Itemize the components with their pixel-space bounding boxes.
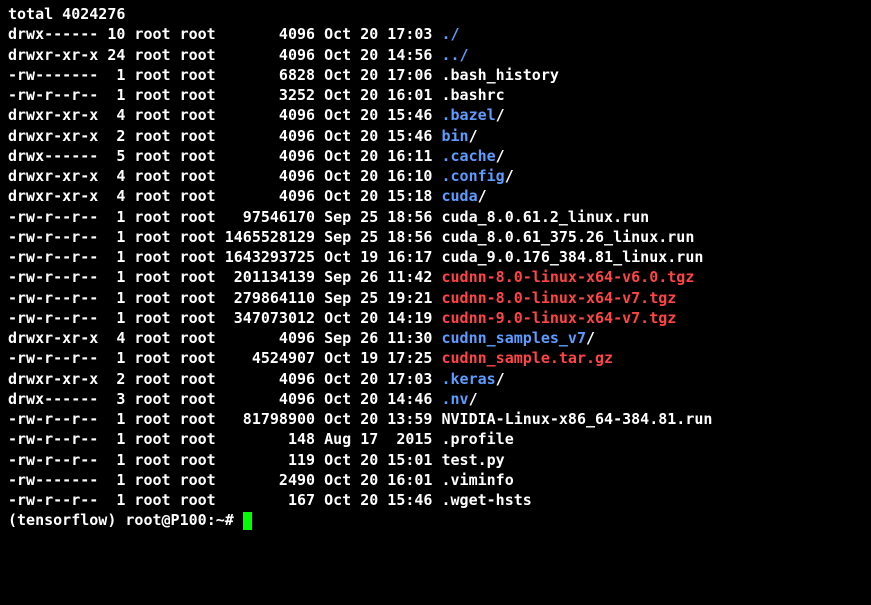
file-name: cuda_8.0.61_375.26_linux.run xyxy=(441,228,694,246)
file-meta: -rw-r--r-- 1 root root 167 Oct 20 15:46 xyxy=(8,491,441,509)
terminal-output: total 4024276 drwx------ 10 root root 40… xyxy=(8,4,863,531)
file-meta: -rw-r--r-- 1 root root 4524907 Oct 19 17… xyxy=(8,349,441,367)
list-item: drwxr-xr-x 24 root root 4096 Oct 20 14:5… xyxy=(8,45,863,65)
file-meta: -rw-r--r-- 1 root root 201134139 Sep 26 … xyxy=(8,268,441,286)
prompt-suffix: # xyxy=(225,511,243,529)
file-meta: -rw------- 1 root root 2490 Oct 20 16:01 xyxy=(8,471,441,489)
file-meta: drwx------ 3 root root 4096 Oct 20 14:46 xyxy=(8,390,441,408)
file-meta: -rw------- 1 root root 6828 Oct 20 17:06 xyxy=(8,66,441,84)
dir-slash: / xyxy=(469,390,478,408)
file-name: cudnn-8.0-linux-x64-v7.tgz xyxy=(441,289,676,307)
file-meta: drwxr-xr-x 4 root root 4096 Sep 26 11:30 xyxy=(8,329,441,347)
prompt-path: ~ xyxy=(216,511,225,529)
dir-slash: / xyxy=(496,147,505,165)
total-line: total 4024276 xyxy=(8,4,863,24)
file-name: .viminfo xyxy=(441,471,513,489)
file-meta: drwxr-xr-x 4 root root 4096 Oct 20 15:18 xyxy=(8,187,441,205)
list-item: -rw------- 1 root root 2490 Oct 20 16:01… xyxy=(8,470,863,490)
dir-slash: / xyxy=(469,127,478,145)
file-name: .keras xyxy=(441,370,495,388)
file-name: .cache xyxy=(441,147,495,165)
list-item: -rw-r--r-- 1 root root 1465528129 Sep 25… xyxy=(8,227,863,247)
file-name: cudnn_samples_v7 xyxy=(441,329,586,347)
list-item: drwx------ 3 root root 4096 Oct 20 14:46… xyxy=(8,389,863,409)
file-name: ../ xyxy=(441,46,468,64)
list-item: drwxr-xr-x 2 root root 4096 Oct 20 15:46… xyxy=(8,126,863,146)
list-item: -rw-r--r-- 1 root root 201134139 Sep 26 … xyxy=(8,267,863,287)
list-item: drwxr-xr-x 4 root root 4096 Oct 20 15:18… xyxy=(8,186,863,206)
file-name: test.py xyxy=(441,451,504,469)
dir-slash: / xyxy=(496,106,505,124)
list-item: drwxr-xr-x 2 root root 4096 Oct 20 17:03… xyxy=(8,369,863,389)
list-item: -rw-r--r-- 1 root root 148 Aug 17 2015 .… xyxy=(8,429,863,449)
list-item: drwxr-xr-x 4 root root 4096 Sep 26 11:30… xyxy=(8,328,863,348)
file-name: cudnn-9.0-linux-x64-v7.tgz xyxy=(441,309,676,327)
file-meta: -rw-r--r-- 1 root root 3252 Oct 20 16:01 xyxy=(8,86,441,104)
file-meta: -rw-r--r-- 1 root root 1643293725 Oct 19… xyxy=(8,248,441,266)
file-listing: drwx------ 10 root root 4096 Oct 20 17:0… xyxy=(8,24,863,510)
file-name: bin xyxy=(441,127,468,145)
file-name: ./ xyxy=(441,25,459,43)
file-meta: drwxr-xr-x 2 root root 4096 Oct 20 17:03 xyxy=(8,370,441,388)
file-name: .profile xyxy=(441,430,513,448)
list-item: -rw-r--r-- 1 root root 167 Oct 20 15:46 … xyxy=(8,490,863,510)
prompt-userhost: root@P100 xyxy=(125,511,206,529)
shell-prompt[interactable]: (tensorflow) root@P100:~# xyxy=(8,510,863,530)
dir-slash: / xyxy=(478,187,487,205)
file-name: .wget-hsts xyxy=(441,491,531,509)
list-item: -rw-r--r-- 1 root root 3252 Oct 20 16:01… xyxy=(8,85,863,105)
list-item: -rw-r--r-- 1 root root 119 Oct 20 15:01 … xyxy=(8,450,863,470)
file-meta: -rw-r--r-- 1 root root 279864110 Sep 25 … xyxy=(8,289,441,307)
list-item: -rw-r--r-- 1 root root 347073012 Oct 20 … xyxy=(8,308,863,328)
file-meta: -rw-r--r-- 1 root root 119 Oct 20 15:01 xyxy=(8,451,441,469)
file-name: .nv xyxy=(441,390,468,408)
file-name: NVIDIA-Linux-x86_64-384.81.run xyxy=(441,410,712,428)
list-item: drwx------ 10 root root 4096 Oct 20 17:0… xyxy=(8,24,863,44)
file-meta: -rw-r--r-- 1 root root 347073012 Oct 20 … xyxy=(8,309,441,327)
list-item: -rw-r--r-- 1 root root 97546170 Sep 25 1… xyxy=(8,207,863,227)
dir-slash: / xyxy=(586,329,595,347)
list-item: -rw-r--r-- 1 root root 4524907 Oct 19 17… xyxy=(8,348,863,368)
file-meta: drwxr-xr-x 4 root root 4096 Oct 20 15:46 xyxy=(8,106,441,124)
file-name: .bash_history xyxy=(441,66,558,84)
file-meta: -rw-r--r-- 1 root root 1465528129 Sep 25… xyxy=(8,228,441,246)
file-meta: drwxr-xr-x 4 root root 4096 Oct 20 16:10 xyxy=(8,167,441,185)
list-item: -rw-r--r-- 1 root root 1643293725 Oct 19… xyxy=(8,247,863,267)
file-name: cuda_9.0.176_384.81_linux.run xyxy=(441,248,703,266)
list-item: -rw-r--r-- 1 root root 81798900 Oct 20 1… xyxy=(8,409,863,429)
file-meta: drwxr-xr-x 2 root root 4096 Oct 20 15:46 xyxy=(8,127,441,145)
file-name: cudnn_sample.tar.gz xyxy=(441,349,613,367)
file-meta: drwxr-xr-x 24 root root 4096 Oct 20 14:5… xyxy=(8,46,441,64)
list-item: -rw-r--r-- 1 root root 279864110 Sep 25 … xyxy=(8,288,863,308)
dir-slash: / xyxy=(505,167,514,185)
file-meta: -rw-r--r-- 1 root root 148 Aug 17 2015 xyxy=(8,430,441,448)
file-name: cuda_8.0.61.2_linux.run xyxy=(441,208,649,226)
file-name: .config xyxy=(441,167,504,185)
dir-slash: / xyxy=(496,370,505,388)
file-meta: -rw-r--r-- 1 root root 81798900 Oct 20 1… xyxy=(8,410,441,428)
file-name: .bazel xyxy=(441,106,495,124)
file-name: cudnn-8.0-linux-x64-v6.0.tgz xyxy=(441,268,694,286)
prompt-env: (tensorflow) xyxy=(8,511,125,529)
file-name: .bashrc xyxy=(441,86,504,104)
list-item: drwxr-xr-x 4 root root 4096 Oct 20 15:46… xyxy=(8,105,863,125)
cursor-icon xyxy=(243,512,252,530)
list-item: -rw------- 1 root root 6828 Oct 20 17:06… xyxy=(8,65,863,85)
file-meta: -rw-r--r-- 1 root root 97546170 Sep 25 1… xyxy=(8,208,441,226)
list-item: drwx------ 5 root root 4096 Oct 20 16:11… xyxy=(8,146,863,166)
prompt-sep: : xyxy=(207,511,216,529)
file-meta: drwx------ 10 root root 4096 Oct 20 17:0… xyxy=(8,25,441,43)
file-name: cuda xyxy=(441,187,477,205)
list-item: drwxr-xr-x 4 root root 4096 Oct 20 16:10… xyxy=(8,166,863,186)
file-meta: drwx------ 5 root root 4096 Oct 20 16:11 xyxy=(8,147,441,165)
